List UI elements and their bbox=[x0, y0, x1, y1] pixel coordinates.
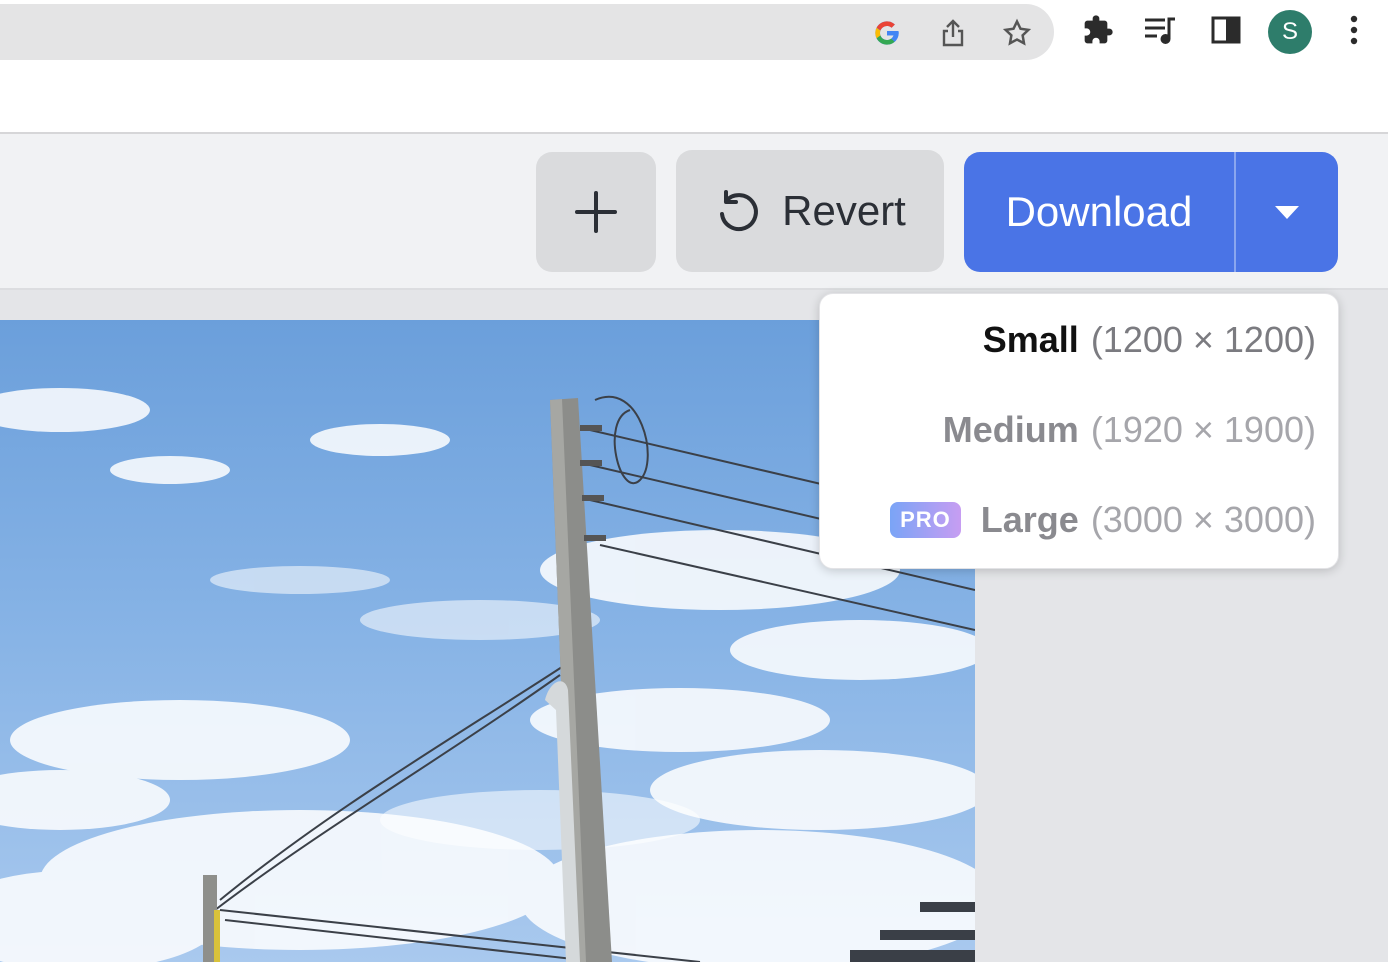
download-button[interactable]: Download bbox=[964, 152, 1234, 272]
download-options-button[interactable] bbox=[1236, 152, 1338, 272]
download-split-button: Download bbox=[964, 152, 1338, 272]
size-dimensions: (3000 × 3000) bbox=[1090, 499, 1316, 540]
side-panel-icon[interactable] bbox=[1208, 12, 1244, 48]
revert-button[interactable]: Revert bbox=[676, 150, 944, 272]
media-control-icon[interactable] bbox=[1142, 12, 1178, 48]
profile-avatar[interactable]: S bbox=[1268, 10, 1312, 54]
browser-bookmark-bar bbox=[0, 64, 1388, 134]
extensions-icon[interactable] bbox=[1080, 12, 1116, 48]
size-name: Small bbox=[982, 319, 1079, 360]
size-name: Large bbox=[980, 499, 1079, 540]
download-size-menu: Small (1200 × 1200) Medium (1920 × 1900)… bbox=[819, 293, 1339, 569]
size-name: Medium bbox=[942, 409, 1079, 450]
size-dimensions: (1920 × 1900) bbox=[1090, 409, 1316, 450]
size-dimensions: (1200 × 1200) bbox=[1090, 319, 1316, 360]
profile-initial: S bbox=[1281, 18, 1298, 45]
menu-item-large[interactable]: PRO Large (3000 × 3000) bbox=[890, 490, 1316, 550]
browser-toolbar: S bbox=[0, 0, 1388, 64]
kebab-menu-icon[interactable] bbox=[1336, 12, 1372, 48]
download-label: Download bbox=[1005, 188, 1193, 235]
menu-item-small[interactable]: Small (1200 × 1200) bbox=[983, 310, 1316, 370]
pro-badge: PRO bbox=[890, 502, 961, 538]
editor-toolbar: Revert Download bbox=[0, 134, 1388, 290]
plus-icon bbox=[575, 191, 617, 233]
share-icon[interactable] bbox=[938, 18, 968, 48]
undo-icon bbox=[714, 187, 762, 235]
caret-down-icon bbox=[1275, 206, 1299, 219]
address-bar[interactable] bbox=[0, 4, 1054, 60]
menu-item-medium[interactable]: Medium (1920 × 1900) bbox=[943, 400, 1316, 460]
google-icon[interactable] bbox=[872, 18, 902, 48]
bookmark-star-icon[interactable] bbox=[1002, 18, 1032, 48]
revert-label: Revert bbox=[782, 187, 906, 234]
add-button[interactable] bbox=[536, 152, 656, 272]
